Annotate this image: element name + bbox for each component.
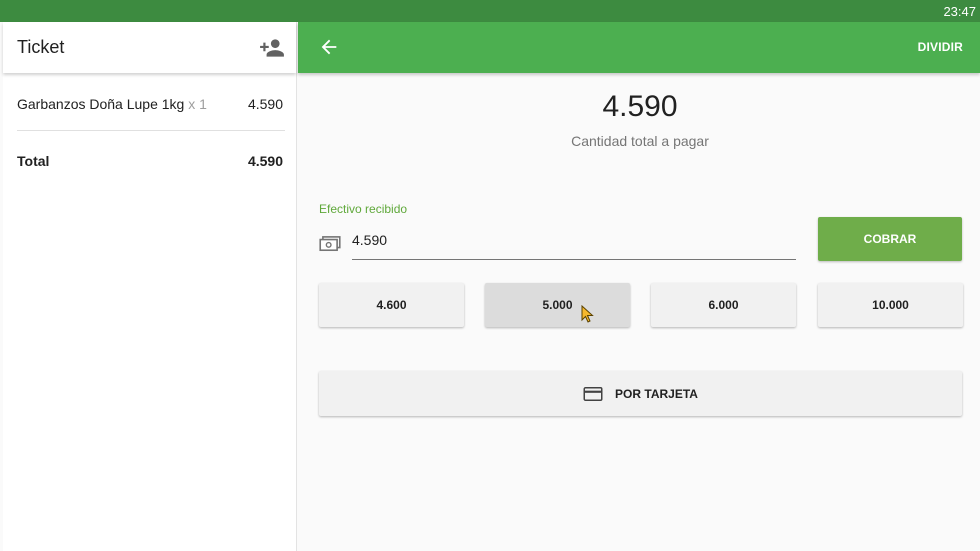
person-add-icon[interactable] [259, 35, 285, 61]
card-payment-button[interactable]: POR TARJETA [319, 371, 962, 416]
ticket-item-qty: x 1 [188, 96, 207, 112]
ticket-total-amount: 4.590 [247, 153, 283, 169]
quick-amount-button-10000[interactable]: 10.000 [818, 283, 963, 327]
arrow-back-icon[interactable] [318, 36, 340, 58]
ticket-item-name: Garbanzos Doña Lupe 1kg [17, 96, 185, 112]
ticket-divider [17, 130, 285, 131]
divide-button[interactable]: DIVIDIR [918, 40, 963, 54]
quick-amount-button-6000[interactable]: 6.000 [651, 283, 796, 327]
payment-total-amount: 4.590 [602, 90, 678, 123]
charge-button[interactable]: COBRAR [818, 217, 962, 261]
ticket-item-amount: 4.590 [247, 96, 283, 112]
credit-card-icon [583, 386, 603, 401]
ticket-title: Ticket [17, 37, 65, 57]
quick-amount-button-4600[interactable]: 4.600 [319, 283, 464, 327]
ticket-total-row: Total 4.590 [17, 153, 283, 169]
quick-amount-button-5000[interactable]: 5.000 [485, 283, 630, 327]
status-clock: 23:47 [943, 4, 976, 19]
cash-received-label: Efectivo recibido [319, 202, 408, 216]
card-payment-label: POR TARJETA [615, 386, 698, 401]
payment-total-label: Cantidad total a pagar [571, 133, 709, 149]
ticket-line-item[interactable]: Garbanzos Doña Lupe 1kg x 1 4.590 [17, 96, 283, 116]
status-bar: 23:47 [0, 0, 980, 22]
ticket-panel: Ticket Garbanzos Doña Lupe 1kg x 1 4.590… [3, 22, 297, 551]
money-icon [319, 236, 341, 252]
ticket-header: Ticket [3, 22, 296, 73]
cash-received-input[interactable] [352, 227, 796, 260]
payment-appbar: DIVIDIR [298, 22, 980, 73]
ticket-total-label: Total [17, 153, 50, 169]
mouse-cursor-icon [581, 305, 594, 323]
